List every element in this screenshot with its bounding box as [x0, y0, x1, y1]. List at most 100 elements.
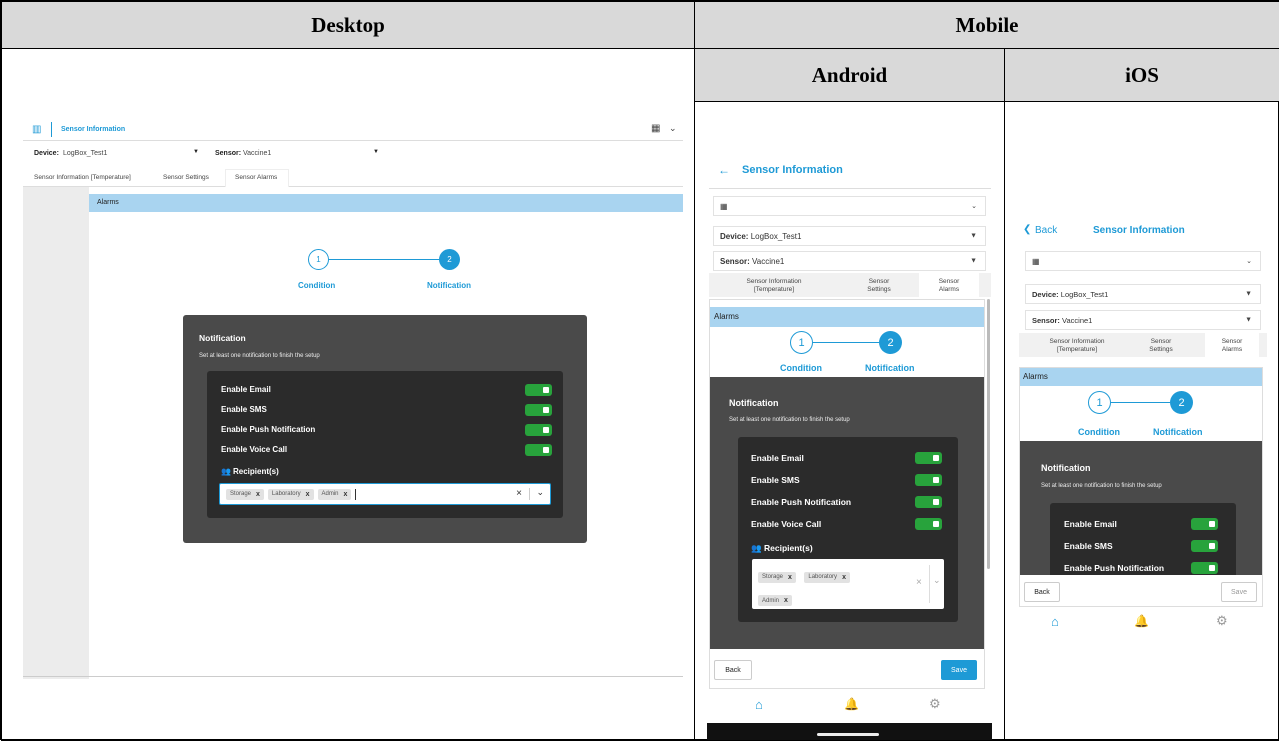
ios-app: ❮ Back Sensor Information ▦ ⌄ Device: Log…	[1019, 216, 1267, 636]
enable-voice-toggle[interactable]	[525, 444, 552, 456]
calendar-icon[interactable]: ▦	[651, 123, 660, 134]
step-2-circle[interactable]: 2	[1170, 391, 1193, 414]
alarms-card: Alarms 1 2 Condition Notification Notifi…	[1019, 367, 1263, 607]
step-2-circle[interactable]: 2	[439, 249, 460, 270]
chevron-down-icon[interactable]: ⌄	[536, 487, 544, 498]
home-icon[interactable]: ⌂	[755, 697, 763, 712]
step-connector	[1111, 402, 1170, 403]
divider	[929, 565, 930, 603]
save-button[interactable]: Save	[1221, 582, 1257, 602]
device-select[interactable]: Device: LogBox_Test1 ▼	[1025, 284, 1261, 304]
notification-panel: Notification Set at least one notificati…	[710, 377, 984, 649]
chip-label: Laboratory	[808, 574, 838, 580]
step-2-number: 2	[887, 336, 894, 349]
chevron-down-icon[interactable]: ⌄	[669, 123, 677, 134]
gesture-handle[interactable]	[817, 733, 879, 736]
chip-label: Storage	[230, 491, 252, 497]
save-button[interactable]: Save	[941, 660, 977, 680]
chevron-down-icon: ⌄	[1246, 258, 1252, 265]
step-2-number: 2	[1178, 396, 1185, 409]
chip-remove-icon[interactable]: x	[842, 574, 846, 581]
sensor-select[interactable]: Sensor: Vaccine1 ▼	[1025, 310, 1261, 330]
device-select[interactable]: Device: LogBox_Test1 ▼	[713, 226, 986, 246]
sensor-select[interactable]: Sensor: Vaccine1 ▼	[209, 147, 385, 161]
back-arrow-icon[interactable]: ←	[718, 163, 730, 177]
gear-icon[interactable]: ⚙	[1216, 613, 1228, 629]
tab-sensor-settings[interactable]: Sensor Settings	[854, 278, 904, 294]
tab-bar: Sensor Information [Temperature] Sensor Se…	[709, 273, 991, 297]
date-select[interactable]: ▦ ⌄	[713, 196, 986, 216]
recipients-input[interactable]: Storage x Laboratory x Admin x × ⌄	[752, 559, 944, 609]
back-link[interactable]: Back	[1035, 225, 1057, 236]
enable-push-toggle[interactable]	[1191, 562, 1218, 574]
android-app: ← Sensor Information ▦ ⌄ Device: LogBox_T…	[709, 141, 991, 721]
clear-icon[interactable]: ×	[916, 577, 922, 588]
step-2-circle[interactable]: 2	[879, 331, 902, 354]
enable-sms-label: Enable SMS	[1064, 541, 1113, 551]
tab-sensor-information[interactable]: Sensor Information [Temperature]	[729, 278, 819, 294]
tab-sensor-settings[interactable]: Sensor Settings	[1139, 338, 1183, 354]
chip-remove-icon[interactable]: x	[784, 597, 788, 604]
clear-icon[interactable]: ×	[516, 488, 522, 499]
tab-line-1: Sensor	[938, 278, 960, 285]
step-1-circle[interactable]: 1	[308, 249, 329, 270]
enable-email-toggle[interactable]	[915, 452, 942, 464]
chip-admin: Admin x	[758, 595, 792, 606]
chip-remove-icon[interactable]: x	[788, 574, 792, 581]
tab-sensor-alarms[interactable]: Sensor Alarms	[1205, 333, 1259, 357]
chip-remove-icon[interactable]: x	[256, 491, 260, 498]
toggle-list: Enable Email Enable SMS Enable Push Noti…	[1050, 503, 1236, 575]
tab-sensor-information[interactable]: Sensor Information [Temperature]	[34, 174, 131, 181]
chip-remove-icon[interactable]: x	[344, 491, 348, 498]
back-button[interactable]: Back	[714, 660, 752, 680]
chip-storage: Storage x	[226, 488, 264, 500]
android-header-text: Android	[811, 62, 888, 87]
notification-title: Notification	[1041, 463, 1091, 473]
enable-push-label: Enable Push Notification	[221, 425, 316, 434]
tab-sensor-information[interactable]: Sensor Information [Temperature]	[1037, 338, 1117, 354]
recipients-input[interactable]: Storage x Laboratory x Admin x × ⌄	[219, 483, 551, 505]
chart-icon[interactable]: ▥	[32, 124, 41, 135]
tab-sensor-settings[interactable]: Sensor Settings	[163, 174, 209, 181]
chip-label: Admin	[762, 597, 780, 604]
tab-sensor-alarms[interactable]: Sensor Alarms	[235, 174, 277, 181]
bell-icon[interactable]: 🔔	[844, 697, 859, 711]
date-select[interactable]: ▦ ⌄	[1025, 251, 1261, 271]
gear-icon[interactable]: ⚙	[929, 696, 941, 712]
chevron-left-icon[interactable]: ❮	[1023, 224, 1031, 235]
enable-push-label: Enable Push Notification	[1064, 563, 1165, 573]
notification-title: Notification	[729, 398, 779, 408]
device-value: LogBox_Test1	[750, 231, 802, 241]
notification-panel: Notification Set at least one notificati…	[1020, 441, 1262, 575]
footer-bar: Back Save	[1020, 575, 1262, 606]
scrollbar[interactable]	[987, 299, 990, 569]
enable-sms-toggle[interactable]	[915, 474, 942, 486]
back-button-label: Back	[1034, 588, 1050, 596]
enable-push-toggle[interactable]	[525, 424, 552, 436]
enable-sms-toggle[interactable]	[525, 404, 552, 416]
tab-line-1: Sensor	[1150, 338, 1172, 345]
tab-sensor-alarms[interactable]: Sensor Alarms	[919, 273, 979, 297]
enable-email-toggle[interactable]	[525, 384, 552, 396]
home-icon[interactable]: ⌂	[1051, 614, 1059, 629]
enable-sms-toggle[interactable]	[1191, 540, 1218, 552]
chevron-down-icon[interactable]: ⌄	[933, 575, 941, 586]
bell-icon[interactable]: 🔔	[1134, 614, 1149, 628]
chip-remove-icon[interactable]: x	[306, 491, 310, 498]
enable-push-label: Enable Push Notification	[751, 497, 852, 507]
chip-row: Storage x Laboratory x Admin x	[758, 565, 888, 607]
device-select[interactable]: Device: LogBox_Test1 ▼	[23, 147, 201, 161]
step-1-circle[interactable]: 1	[790, 331, 813, 354]
enable-push-toggle[interactable]	[915, 496, 942, 508]
notification-desc: Set at least one notification to finish …	[1041, 483, 1162, 489]
enable-email-toggle[interactable]	[1191, 518, 1218, 530]
tab-line-2: [Temperature]	[1056, 346, 1098, 353]
step-1-circle[interactable]: 1	[1088, 391, 1111, 414]
left-rail	[23, 187, 89, 679]
enable-voice-toggle[interactable]	[915, 518, 942, 530]
step-1-label: Condition	[780, 363, 822, 373]
tab-line-2: Settings	[867, 286, 891, 293]
step-2-label: Notification	[865, 363, 915, 373]
back-button[interactable]: Back	[1024, 582, 1060, 602]
sensor-select[interactable]: Sensor: Vaccine1 ▼	[713, 251, 986, 271]
